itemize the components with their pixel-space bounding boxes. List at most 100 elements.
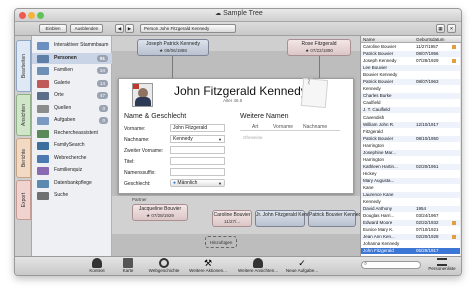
avatar[interactable]: [132, 83, 153, 107]
table-row[interactable]: Harrington: [361, 143, 461, 149]
sidebar-item-count: 91: [96, 54, 108, 62]
sidebar-item[interactable]: Familienquiz: [32, 165, 112, 176]
table-row[interactable]: Laurence Kane: [361, 192, 461, 199]
second-name-field[interactable]: [170, 146, 225, 154]
table-row[interactable]: Caroline Bouvier 11/27/1957: [361, 44, 461, 50]
table-row[interactable]: J. T. Caulfield: [361, 107, 461, 114]
section-name-gender: Name & Geschlecht: [124, 113, 187, 120]
sidebar-item-label: Personen: [54, 54, 77, 61]
tab-reports[interactable]: Berichte: [16, 138, 31, 178]
sidebar-item-icon: [37, 104, 49, 113]
sidebar-item[interactable]: Datenbankpflege: [32, 178, 112, 189]
gender-select[interactable]: ● Männlich ▼: [170, 179, 225, 187]
col-name[interactable]: Name: [363, 37, 375, 42]
table-row[interactable]: Bouvier Kennedy: [361, 72, 461, 78]
spouse-card[interactable]: Jacqueline Bouvier ★ 07/28/1929: [132, 204, 188, 221]
table-row[interactable]: Patrick Bouvier 08/10/1950: [361, 135, 461, 142]
col-last: Nachname: [303, 124, 328, 130]
table-row[interactable]: Douglas Harri... 03/24/1967: [361, 213, 461, 219]
table-row[interactable]: Josephine Mar...: [361, 149, 461, 156]
tab-edit[interactable]: Bearbeiten: [16, 40, 31, 92]
sidebar-item[interactable]: FamilySearch: [32, 140, 112, 151]
spouse-date-value: 07/28/1929: [151, 213, 174, 218]
table-row[interactable]: David Anthony 1954: [361, 206, 461, 213]
table-row[interactable]: Jean Ann Ken... 02/20/1928: [361, 234, 461, 241]
table-row[interactable]: Joseph Kennedy 07/28/1929: [361, 58, 461, 64]
web-history-button[interactable]: Webgeschichte: [145, 258, 183, 275]
table-row[interactable]: Kathleen Hartin... 02/20/1951: [361, 163, 461, 170]
note-card[interactable]: ⌇: [300, 77, 329, 109]
close-panel-button[interactable]: ✕: [447, 24, 456, 33]
search-field[interactable]: ⌕: [361, 261, 421, 269]
table-row[interactable]: Harrington: [361, 157, 461, 163]
table-row[interactable]: Johanna Kennedy: [361, 241, 461, 247]
show-button-label: Einblen: [45, 26, 61, 31]
hide-button[interactable]: Ausblenden: [70, 24, 103, 33]
add-child-button[interactable]: Hinzufügen: [205, 236, 237, 248]
table-row[interactable]: Fitzgerald: [361, 129, 461, 135]
new-task-button[interactable]: ✓ Neue Aufgabe...: [283, 258, 321, 275]
title-field[interactable]: [170, 157, 225, 165]
layout-button[interactable]: ▦: [436, 24, 445, 33]
connector-line: [319, 56, 320, 78]
close-icon: ✕: [449, 26, 454, 31]
sidebar-item[interactable]: Personen 91: [32, 52, 112, 64]
person-selector[interactable]: Person John Fitzgerald Kennedy: [140, 24, 236, 33]
table-row[interactable]: Patrick Bouvier 08/07/1963: [361, 79, 461, 86]
table-row[interactable]: William John R. 12/10/1917: [361, 121, 461, 128]
col-birthdate[interactable]: Geburtsdatum: [416, 37, 445, 42]
table-row[interactable]: Mary Augusta...: [361, 177, 461, 184]
table-row[interactable]: Kane: [361, 185, 461, 191]
last-name-field[interactable]: Kennedy ▼: [170, 135, 225, 143]
list-scrollbar[interactable]: [460, 43, 461, 256]
table-row[interactable]: Hickey: [361, 171, 461, 177]
grid-icon: ▦: [438, 26, 443, 31]
paperclip-icon: ⌇: [306, 77, 312, 87]
table-row[interactable]: Caulfield: [361, 100, 461, 106]
sidebar-item[interactable]: Suche: [32, 190, 112, 201]
forward-button[interactable]: ▶: [125, 24, 134, 33]
suffix-field[interactable]: [170, 168, 225, 176]
sidebar-item[interactable]: Quellen 0: [32, 103, 112, 114]
mother-card[interactable]: Rose Fitzgerald ★ 07/22/1890: [287, 39, 351, 56]
web-history-label: Webgeschichte: [148, 268, 180, 273]
table-row[interactable]: Patrick Bouvier 08/07/1956: [361, 51, 461, 58]
sidebar-item[interactable]: Aufgaben 0: [32, 115, 112, 126]
table-row[interactable]: Lee Bouvier: [361, 65, 461, 72]
table-row[interactable]: John Fitzgerald 05/29/1917: [361, 248, 461, 255]
sidebar-item[interactable]: Familien 34: [32, 65, 112, 76]
back-button[interactable]: ◀: [115, 24, 124, 33]
more-views-button[interactable]: Weitere Ansichten...: [235, 258, 281, 275]
row-name: Eunice Mary K.: [363, 227, 394, 233]
sidebar-item-label: Webrecherche: [54, 154, 87, 161]
sidebar-item[interactable]: Webrecherche: [32, 153, 112, 164]
child-card-3[interactable]: Patrick Bouvier Kennedy: [308, 210, 364, 227]
tab-export[interactable]: Export: [16, 180, 31, 220]
more-views-label: Weitere Ansichten...: [238, 268, 278, 273]
row-name: Kennedy: [363, 86, 381, 92]
sidebar-item-count: 14: [96, 79, 108, 87]
table-row[interactable]: Eunice Mary K. 07/10/1921: [361, 227, 461, 233]
sidebar-item[interactable]: Galerie 14: [32, 78, 112, 89]
sidebar-item[interactable]: Orte 47: [32, 90, 112, 101]
person-list-button[interactable]: Personenliste: [425, 258, 459, 275]
map-button[interactable]: Karte: [118, 258, 138, 275]
table-row[interactable]: Cavendish: [361, 115, 461, 121]
table-row[interactable]: Charles Burke: [361, 93, 461, 100]
table-row[interactable]: Kennedy: [361, 86, 461, 92]
sidebar-item[interactable]: Interaktiver Stammbaum: [32, 40, 112, 51]
row-name: Charles Burke: [363, 93, 392, 99]
table-row[interactable]: Edward Moore 02/22/1932: [361, 220, 461, 227]
tab-edit-label: Bearbeiten: [20, 53, 27, 79]
table-row[interactable]: Kennedy: [361, 199, 461, 205]
child-card-2[interactable]: Jr. John Fitzgerald Kennedy: [255, 210, 318, 227]
show-button[interactable]: Einblen: [39, 24, 67, 33]
first-name-field[interactable]: John Fitzgerald: [170, 124, 225, 132]
sidebar-item[interactable]: Rechercheassistent: [32, 128, 112, 139]
father-card[interactable]: Joseph Patrick Kennedy ★ 09/06/1888: [137, 39, 209, 56]
child-date-1: 11/27/...: [224, 219, 240, 224]
context-button[interactable]: Kontext: [85, 258, 109, 275]
tab-views[interactable]: Ansichten: [16, 94, 31, 136]
child-card-1[interactable]: Caroline Bouvier 11/27/...: [212, 210, 252, 227]
more-actions-button[interactable]: ⚒ Weitere Aktionen...: [187, 258, 229, 275]
